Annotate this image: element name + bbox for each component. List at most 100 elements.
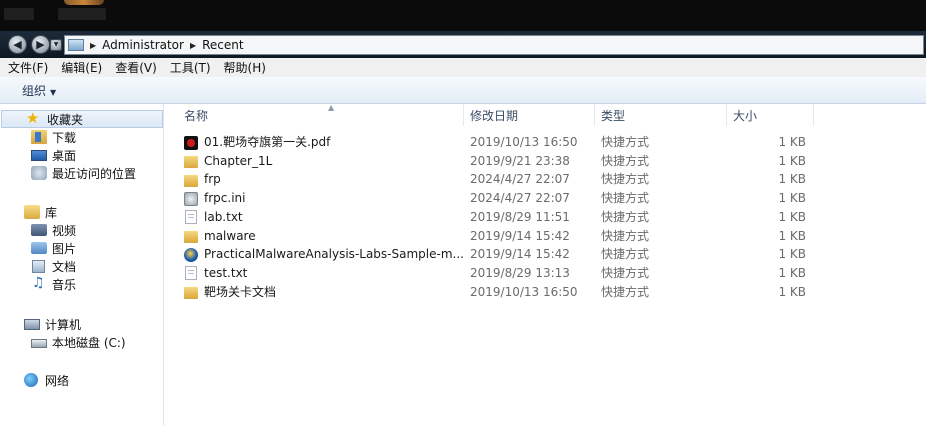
column-header-label: 修改日期	[470, 108, 519, 123]
file-date: 2019/10/13 16:50	[470, 284, 578, 299]
nav-item-label: 音乐	[52, 277, 77, 292]
file-row[interactable]: frpc.ini 2024/4/27 22:07 快捷方式 1 KB	[165, 189, 926, 208]
nav-libraries[interactable]: 库	[0, 203, 164, 221]
text-file-icon	[185, 266, 197, 281]
pictures-library-icon	[31, 242, 47, 254]
recent-places-icon	[31, 166, 47, 180]
file-name-cell[interactable]: 01.靶场夺旗第一关.pdf	[184, 133, 464, 152]
text-file-icon	[185, 210, 197, 225]
file-name-cell[interactable]: malware	[184, 227, 464, 246]
file-size: 1 KB	[778, 153, 806, 168]
file-name: PracticalMalwareAnalysis-Labs-Sample-m..…	[204, 247, 464, 262]
file-name-cell[interactable]: test.txt	[184, 264, 464, 283]
file-type: 快捷方式	[601, 284, 650, 299]
chevron-down-icon: ▼	[50, 87, 57, 97]
file-row[interactable]: PracticalMalwareAnalysis-Labs-Sample-m..…	[165, 245, 926, 264]
menu-tools[interactable]: 工具(T)	[165, 59, 216, 76]
column-header-type[interactable]: 类型	[595, 104, 727, 126]
menu-file[interactable]: 文件(F)	[3, 59, 53, 76]
file-type: 快捷方式	[601, 209, 650, 224]
location-icon	[68, 39, 84, 51]
file-name: 01.靶场夺旗第一关.pdf	[204, 135, 331, 149]
network-icon	[24, 373, 38, 387]
file-type: 快捷方式	[601, 265, 650, 280]
file-date: 2019/8/29 13:13	[470, 265, 570, 280]
file-row[interactable]: malware 2019/9/14 15:42 快捷方式 1 KB	[165, 227, 926, 246]
menu-help[interactable]: 帮助(H)	[219, 59, 271, 76]
file-row[interactable]: frp 2024/4/27 22:07 快捷方式 1 KB	[165, 170, 926, 189]
file-row[interactable]: 01.靶场夺旗第一关.pdf 2019/10/13 16:50 快捷方式 1 KB	[165, 133, 926, 152]
file-type: 快捷方式	[601, 191, 650, 206]
menu-bar: 文件(F) 编辑(E) 查看(V) 工具(T) 帮助(H)	[0, 58, 926, 77]
breadcrumb-recent[interactable]: Recent	[202, 38, 243, 52]
file-name: lab.txt	[204, 209, 243, 224]
file-row[interactable]: 靶场关卡文档 2019/10/13 16:50 快捷方式 1 KB	[165, 283, 926, 302]
file-row[interactable]: test.txt 2019/8/29 13:13 快捷方式 1 KB	[165, 264, 926, 283]
file-type: 快捷方式	[601, 228, 650, 243]
menu-view[interactable]: 查看(V)	[110, 59, 162, 76]
column-header-name[interactable]: 名称 ▲	[178, 103, 464, 126]
back-button[interactable]: ◀	[8, 35, 27, 54]
nav-item-downloads[interactable]: 下载	[0, 128, 164, 146]
nav-libraries-label: 库	[45, 205, 58, 220]
desktop-icon	[31, 149, 47, 161]
file-date: 2024/4/27 22:07	[470, 172, 570, 187]
file-row[interactable]: lab.txt 2019/8/29 11:51 快捷方式 1 KB	[165, 208, 926, 227]
organize-button[interactable]: 组织 ▼	[22, 82, 56, 99]
file-name-cell[interactable]: frpc.ini	[184, 189, 464, 208]
pdf-icon	[184, 135, 198, 150]
file-size: 1 KB	[778, 265, 806, 280]
column-header-size[interactable]: 大小	[727, 104, 814, 126]
sort-ascending-icon: ▲	[328, 103, 335, 112]
nav-group-computer: 计算机 本地磁盘 (C:)	[0, 315, 164, 351]
nav-favorites[interactable]: 收藏夹	[1, 109, 163, 128]
file-name-cell[interactable]: lab.txt	[184, 208, 464, 227]
breadcrumb-chevron-icon[interactable]: ▶	[90, 41, 96, 50]
file-name: frp	[204, 172, 221, 187]
nav-item-videos[interactable]: 视频	[0, 221, 164, 239]
address-row: ◀ ▶ ▼ ▶ Administrator ▶ Recent	[0, 31, 926, 58]
file-date: 2019/10/13 16:50	[470, 135, 578, 149]
breadcrumb-chevron-icon[interactable]: ▶	[190, 41, 196, 50]
folder-icon	[184, 287, 198, 300]
nav-computer[interactable]: 计算机	[0, 315, 164, 333]
column-header-date[interactable]: 修改日期	[464, 104, 595, 126]
nav-item-label: 最近访问的位置	[52, 166, 137, 181]
file-date: 2024/4/27 22:07	[470, 191, 570, 206]
breadcrumb-administrator[interactable]: Administrator	[102, 38, 184, 52]
nav-group-libraries: 库 视频 图片 文档 音乐	[0, 203, 164, 293]
file-name: Chapter_1L	[204, 153, 273, 168]
recent-pages-dropdown[interactable]: ▼	[50, 39, 62, 51]
nav-item-documents[interactable]: 文档	[0, 257, 164, 275]
installer-icon	[184, 247, 198, 262]
folder-icon	[184, 156, 198, 169]
file-row[interactable]: Chapter_1L 2019/9/21 23:38 快捷方式 1 KB	[165, 152, 926, 171]
nav-item-recent-places[interactable]: 最近访问的位置	[0, 164, 164, 182]
column-header-label: 名称	[184, 108, 209, 123]
organize-label: 组织	[22, 83, 47, 98]
file-size: 1 KB	[778, 284, 806, 299]
file-name-cell[interactable]: 靶场关卡文档	[184, 283, 464, 302]
nav-group-favorites: 收藏夹 下载 桌面 最近访问的位置	[0, 109, 164, 182]
nav-item-pictures[interactable]: 图片	[0, 239, 164, 257]
file-name-cell[interactable]: Chapter_1L	[184, 152, 464, 171]
taskbar-ghost-item	[58, 8, 106, 20]
menu-edit[interactable]: 编辑(E)	[56, 59, 107, 76]
file-name-cell[interactable]: frp	[184, 170, 464, 189]
nav-item-music[interactable]: 音乐	[0, 275, 164, 293]
file-size: 1 KB	[778, 172, 806, 187]
forward-button[interactable]: ▶	[31, 35, 50, 54]
file-name: malware	[204, 228, 256, 243]
local-disk-icon	[31, 339, 47, 348]
file-name: 靶场关卡文档	[204, 284, 277, 299]
file-size: 1 KB	[778, 247, 806, 262]
file-type: 快捷方式	[601, 172, 650, 187]
nav-item-label: 图片	[52, 241, 77, 256]
nav-network[interactable]: 网络	[0, 371, 164, 389]
address-bar[interactable]: ▶ Administrator ▶ Recent	[64, 35, 924, 55]
nav-item-local-disk[interactable]: 本地磁盘 (C:)	[0, 333, 164, 351]
library-icon	[24, 205, 40, 219]
nav-item-desktop[interactable]: 桌面	[0, 146, 164, 164]
file-name-cell[interactable]: PracticalMalwareAnalysis-Labs-Sample-m..…	[184, 245, 464, 264]
file-type: 快捷方式	[601, 135, 650, 149]
